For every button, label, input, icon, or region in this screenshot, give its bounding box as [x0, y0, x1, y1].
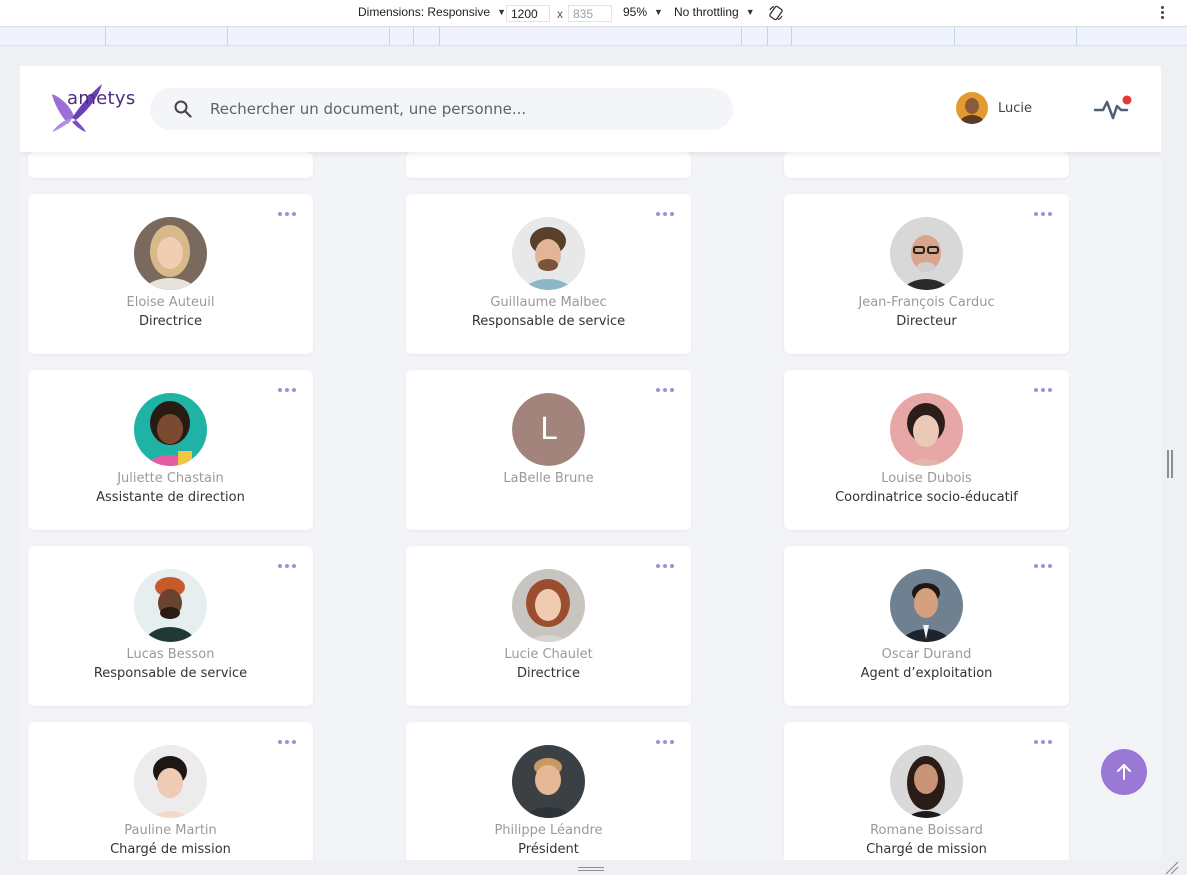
resize-handle-right[interactable]: [1167, 450, 1173, 478]
more-options-icon[interactable]: [1034, 212, 1052, 220]
dimensions-label: Dimensions: Responsive: [358, 5, 491, 19]
person-name: Jean-François Carduc: [858, 295, 995, 310]
person-card[interactable]: Philippe Léandre Président: [406, 722, 691, 866]
person-card[interactable]: Lucas Besson Responsable de service: [28, 546, 313, 706]
device-viewport: ametys Lucie: [0, 46, 1187, 875]
times-label: x: [557, 7, 563, 21]
arrow-up-icon: [1117, 764, 1131, 780]
app-header: ametys Lucie: [20, 66, 1161, 152]
initial-avatar: L: [512, 393, 585, 466]
person-card[interactable]: Pauline Martin Chargé de mission: [28, 722, 313, 866]
photo-woman-red-hair: [512, 569, 585, 642]
chevron-down-icon: ▼: [745, 7, 755, 17]
photo-woman-smile: [134, 745, 207, 818]
card-partial[interactable]: [406, 152, 691, 178]
page: ametys Lucie: [20, 66, 1161, 866]
person-name: Oscar Durand: [881, 647, 972, 662]
person-name: Juliette Chastain: [117, 471, 224, 486]
width-input[interactable]: [506, 5, 550, 22]
user-menu[interactable]: Lucie: [956, 92, 1032, 124]
person-role: Directeur: [896, 314, 957, 329]
user-avatar: [956, 92, 988, 124]
zoom-select[interactable]: 95% ▼: [623, 5, 663, 19]
person-role: Directrice: [516, 666, 581, 681]
photo-woman-blonde: [134, 217, 207, 290]
more-options-icon[interactable]: [656, 212, 674, 220]
person-role: Assistante de direction: [96, 490, 245, 505]
person-name: Louise Dubois: [881, 471, 972, 486]
person-name: Lucas Besson: [126, 647, 215, 662]
person-role: Responsable de service: [471, 314, 626, 329]
person-name: Eloise Auteuil: [126, 295, 215, 310]
person-card[interactable]: Romane Boissard Chargé de mission: [784, 722, 1069, 866]
logo-text: ametys: [67, 88, 136, 109]
photo-woman-braids: [134, 393, 207, 466]
photo-man-glasses: [890, 217, 963, 290]
more-options-icon[interactable]: [1161, 6, 1165, 19]
height-input[interactable]: [568, 5, 612, 22]
user-name: Lucie: [998, 100, 1033, 116]
person-role: Directrice: [138, 314, 203, 329]
person-name: Guillaume Malbec: [490, 295, 607, 310]
activity-icon[interactable]: [1093, 92, 1133, 124]
more-options-icon[interactable]: [278, 388, 296, 396]
person-card[interactable]: Louise Dubois Coordinatrice socio-éducat…: [784, 370, 1069, 530]
more-options-icon[interactable]: [656, 564, 674, 572]
more-options-icon[interactable]: [656, 740, 674, 748]
rotate-icon[interactable]: [768, 5, 784, 21]
more-options-icon[interactable]: [1034, 564, 1052, 572]
avatar-initial: L: [512, 393, 585, 466]
search-icon: [174, 100, 192, 118]
more-options-icon[interactable]: [656, 388, 674, 396]
person-role: Agent d’exploitation: [860, 666, 993, 681]
more-options-icon[interactable]: [278, 564, 296, 572]
person-role: Chargé de mission: [866, 842, 987, 857]
scroll-to-top-button[interactable]: [1101, 749, 1147, 795]
photo-man-blond: [512, 745, 585, 818]
more-options-icon[interactable]: [1034, 740, 1052, 748]
person-name: Romane Boissard: [870, 823, 983, 838]
photo-woman-dark-hair: [890, 393, 963, 466]
dimensions-select[interactable]: Dimensions: Responsive ▼: [358, 5, 506, 19]
person-role: Responsable de service: [93, 666, 248, 681]
notification-dot: [1122, 95, 1132, 105]
more-options-icon[interactable]: [278, 740, 296, 748]
person-card[interactable]: L LaBelle Brune: [406, 370, 691, 530]
card-partial[interactable]: [784, 152, 1069, 178]
person-card[interactable]: Lucie Chaulet Directrice: [406, 546, 691, 706]
search-input[interactable]: [210, 88, 710, 130]
more-options-icon[interactable]: [1034, 388, 1052, 396]
more-options-icon[interactable]: [278, 212, 296, 220]
photo-man-curly: [512, 217, 585, 290]
person-name: LaBelle Brune: [503, 471, 594, 486]
person-card[interactable]: Eloise Auteuil Directrice: [28, 194, 313, 354]
throttling-select[interactable]: No throttling ▼: [674, 5, 755, 19]
person-card[interactable]: Oscar Durand Agent d’exploitation: [784, 546, 1069, 706]
person-role: Coordinatrice socio-éducatif: [835, 490, 1018, 505]
throttling-label: No throttling: [674, 5, 739, 19]
photo-woman-long-hair: [890, 745, 963, 818]
chevron-down-icon: ▼: [654, 7, 663, 17]
person-card[interactable]: Jean-François Carduc Directeur: [784, 194, 1069, 354]
media-query-bar[interactable]: [0, 27, 1187, 46]
person-name: Philippe Léandre: [494, 823, 603, 838]
card-partial[interactable]: [28, 152, 313, 178]
person-name: Pauline Martin: [124, 823, 217, 838]
person-card[interactable]: Guillaume Malbec Responsable de service: [406, 194, 691, 354]
person-card[interactable]: Juliette Chastain Assistante de directio…: [28, 370, 313, 530]
resize-handle-bottom[interactable]: [578, 867, 604, 873]
zoom-label: 95%: [623, 5, 648, 19]
corner-resize-icon[interactable]: [1163, 859, 1179, 875]
chevron-down-icon: ▼: [497, 7, 506, 17]
person-role: Chargé de mission: [110, 842, 231, 857]
devtools-toolbar: Dimensions: Responsive ▼ x 95% ▼ No thro…: [0, 0, 1187, 27]
photo-man-suit: [890, 569, 963, 642]
person-name: Lucie Chaulet: [504, 647, 593, 662]
photo-man-beanie: [134, 569, 207, 642]
person-role: Président: [518, 842, 579, 857]
search-bar[interactable]: [150, 88, 733, 130]
